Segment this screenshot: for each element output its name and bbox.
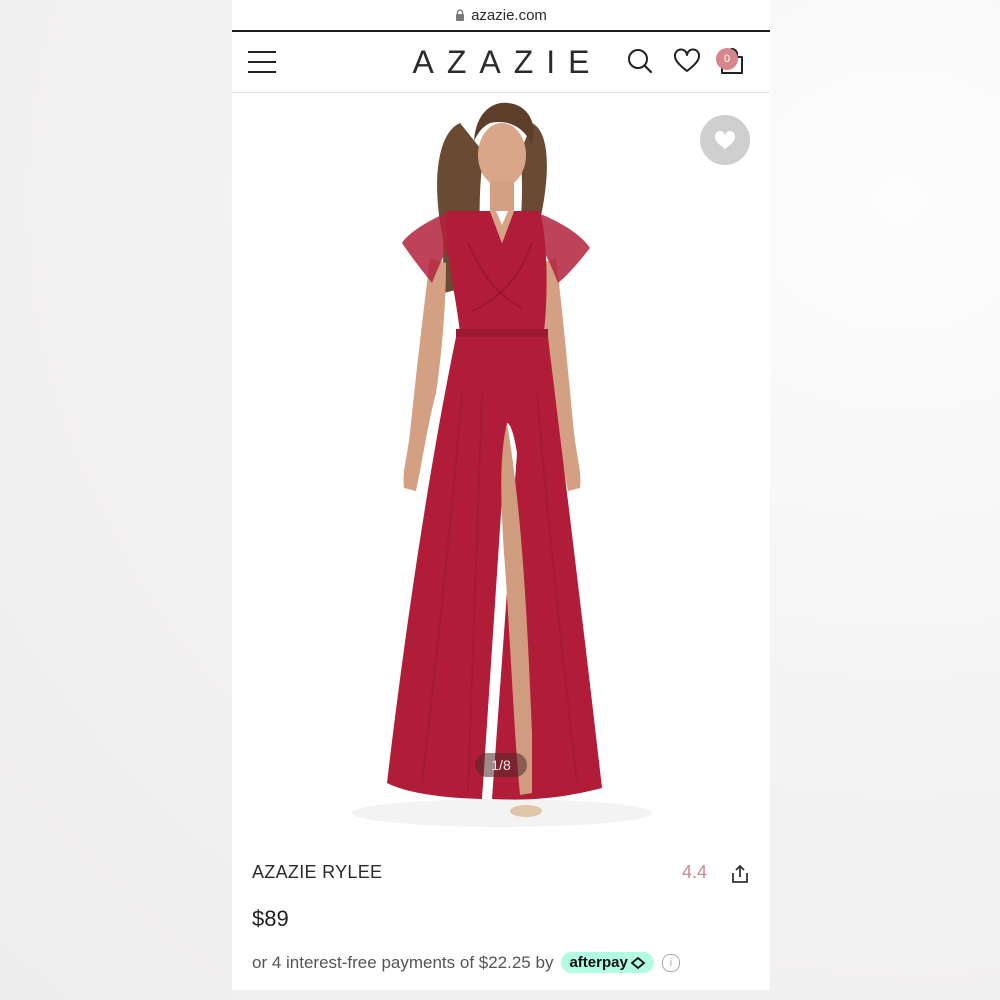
search-icon[interactable]	[625, 46, 655, 76]
afterpay-label: afterpay	[569, 954, 628, 971]
divider	[232, 990, 770, 1000]
image-counter: 1/8	[475, 753, 527, 777]
address-bar[interactable]: azazie.com	[232, 0, 770, 30]
cart-count-badge: 0	[716, 48, 738, 70]
installment-text: or 4 interest-free payments of $22.25 by	[252, 952, 554, 972]
share-icon[interactable]	[729, 863, 751, 885]
site-header: AZAZIE 0	[232, 32, 770, 93]
mobile-screen: azazie.com AZAZIE 0 1/8 AZAZIE RYLEE 4.4…	[232, 0, 770, 1000]
info-icon[interactable]: i	[661, 953, 680, 972]
installment-info: or 4 interest-free payments of $22.25 by…	[252, 952, 680, 973]
product-name: AZAZIE RYLEE	[252, 862, 383, 882]
afterpay-badge[interactable]: afterpay	[561, 952, 654, 973]
afterpay-arrows-icon	[630, 956, 646, 969]
url-text: azazie.com	[471, 6, 547, 24]
heart-icon[interactable]	[672, 46, 702, 76]
product-image-carousel[interactable]: 1/8	[232, 93, 770, 838]
product-photo	[352, 102, 652, 827]
product-rating[interactable]: 4.4	[682, 862, 707, 883]
lock-icon	[455, 8, 465, 22]
product-price: $89	[252, 906, 289, 931]
favorite-heart-icon[interactable]	[700, 115, 750, 165]
product-info: AZAZIE RYLEE 4.4 $89 or 4 interest-free …	[232, 838, 770, 1000]
